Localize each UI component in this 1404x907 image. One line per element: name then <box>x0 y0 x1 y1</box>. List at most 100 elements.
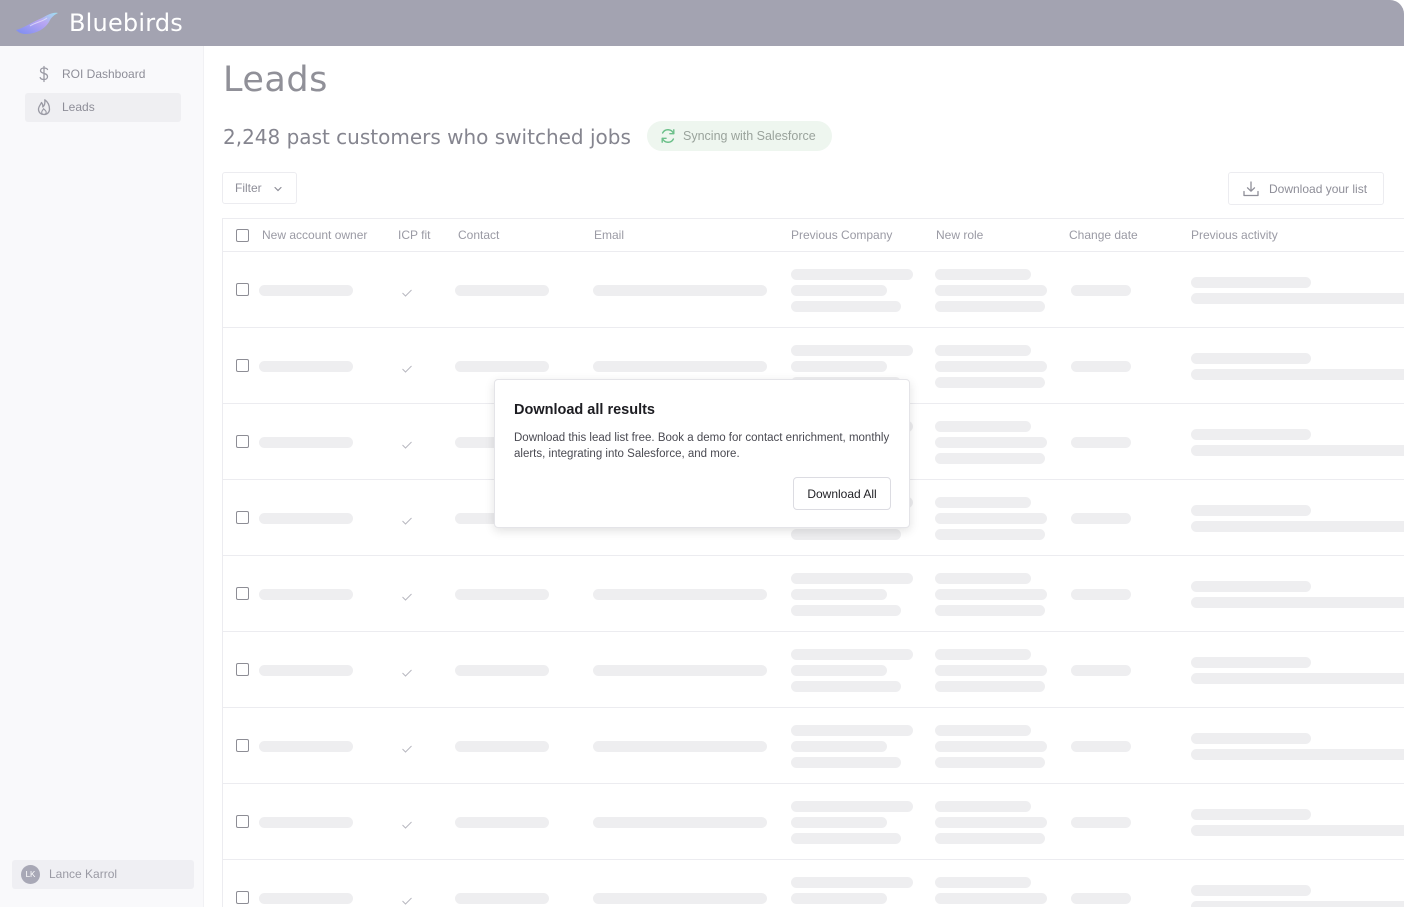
leads-table: New account owner ICP fit Contact Email … <box>222 218 1404 907</box>
row-checkbox[interactable] <box>236 435 249 448</box>
new-role-placeholder <box>935 513 1047 524</box>
previous-company-placeholder <box>791 589 887 600</box>
owner-placeholder <box>259 513 353 524</box>
modal-title: Download all results <box>514 402 655 418</box>
owner-placeholder <box>259 589 353 600</box>
previous-company-placeholder <box>791 801 913 812</box>
owner-placeholder <box>259 361 353 372</box>
previous-activity-placeholder <box>1191 749 1404 760</box>
new-role-placeholder <box>935 605 1045 616</box>
check-icon <box>401 817 413 835</box>
check-icon <box>401 437 413 455</box>
row-checkbox[interactable] <box>236 359 249 372</box>
previous-company-placeholder <box>791 817 887 828</box>
new-role-placeholder <box>935 285 1047 296</box>
change-date-placeholder <box>1071 817 1131 828</box>
new-role-placeholder <box>935 801 1031 812</box>
previous-activity-placeholder <box>1191 353 1311 364</box>
column-header[interactable]: Previous activity <box>1191 228 1278 242</box>
new-role-placeholder <box>935 893 1047 904</box>
change-date-placeholder <box>1071 285 1131 296</box>
row-checkbox[interactable] <box>236 739 249 752</box>
user-name: Lance Karrol <box>49 867 118 881</box>
new-role-placeholder <box>935 649 1031 660</box>
previous-company-placeholder <box>791 649 913 660</box>
brand-name: Bluebirds <box>69 9 183 37</box>
table-row[interactable] <box>223 708 1404 784</box>
row-checkbox[interactable] <box>236 511 249 524</box>
download-list-button[interactable]: Download your list <box>1228 172 1384 205</box>
download-all-button[interactable]: Download All <box>793 477 891 510</box>
new-role-placeholder <box>935 453 1045 464</box>
new-role-placeholder <box>935 269 1031 280</box>
previous-company-placeholder <box>791 361 887 372</box>
new-role-placeholder <box>935 877 1031 888</box>
change-date-placeholder <box>1071 893 1131 904</box>
contact-placeholder <box>455 817 549 828</box>
column-header[interactable]: Change date <box>1069 228 1138 242</box>
new-role-placeholder <box>935 421 1031 432</box>
previous-company-placeholder <box>791 665 887 676</box>
user-menu[interactable]: LK Lance Karrol <box>12 860 194 889</box>
sidebar: ROI Dashboard Leads LK Lance Karrol <box>0 46 204 907</box>
sync-status-badge: Syncing with Salesforce <box>647 121 832 151</box>
previous-company-placeholder <box>791 301 901 312</box>
change-date-placeholder <box>1071 741 1131 752</box>
filter-button[interactable]: Filter <box>222 172 297 204</box>
previous-company-placeholder <box>791 893 887 904</box>
table-row[interactable] <box>223 632 1404 708</box>
new-role-placeholder <box>935 741 1047 752</box>
modal-body: Download this lead list free. Book a dem… <box>514 432 890 460</box>
previous-company-placeholder <box>791 573 913 584</box>
new-role-placeholder <box>935 817 1047 828</box>
row-checkbox[interactable] <box>236 891 249 904</box>
avatar: LK <box>21 865 40 884</box>
owner-placeholder <box>259 665 353 676</box>
previous-company-placeholder <box>791 605 901 616</box>
check-icon <box>401 893 413 907</box>
contact-placeholder <box>455 893 549 904</box>
previous-company-placeholder <box>791 833 901 844</box>
row-checkbox[interactable] <box>236 587 249 600</box>
check-icon <box>401 589 413 607</box>
column-header[interactable]: Contact <box>458 228 499 242</box>
top-bar: Bluebirds <box>0 0 1404 46</box>
previous-company-placeholder <box>791 345 913 356</box>
contact-placeholder <box>455 361 549 372</box>
column-header[interactable]: ICP fit <box>398 228 430 242</box>
table-row[interactable] <box>223 252 1404 328</box>
select-all-checkbox[interactable] <box>236 229 249 242</box>
owner-placeholder <box>259 817 353 828</box>
sidebar-item-roi-dashboard[interactable]: ROI Dashboard <box>25 60 181 89</box>
sidebar-item-label: ROI Dashboard <box>62 67 146 81</box>
new-role-placeholder <box>935 573 1031 584</box>
download-all-modal: Download all results Download this lead … <box>494 379 910 528</box>
row-checkbox[interactable] <box>236 283 249 296</box>
sidebar-item-leads[interactable]: Leads <box>25 93 181 122</box>
new-role-placeholder <box>935 833 1045 844</box>
table-row[interactable] <box>223 860 1404 907</box>
previous-activity-placeholder <box>1191 369 1404 380</box>
check-icon <box>401 361 413 379</box>
previous-activity-placeholder <box>1191 505 1311 516</box>
table-row[interactable] <box>223 556 1404 632</box>
previous-activity-placeholder <box>1191 277 1311 288</box>
row-checkbox[interactable] <box>236 815 249 828</box>
contact-placeholder <box>455 589 549 600</box>
previous-activity-placeholder <box>1191 673 1404 684</box>
check-icon <box>401 665 413 683</box>
column-header[interactable]: New account owner <box>262 228 367 242</box>
owner-placeholder <box>259 741 353 752</box>
email-placeholder <box>593 361 767 372</box>
new-role-placeholder <box>935 437 1047 448</box>
table-row[interactable] <box>223 784 1404 860</box>
email-placeholder <box>593 665 767 676</box>
sync-status-label: Syncing with Salesforce <box>683 129 816 143</box>
column-header[interactable]: New role <box>936 228 983 242</box>
chevron-down-icon <box>274 186 282 192</box>
column-header[interactable]: Email <box>594 228 624 242</box>
row-checkbox[interactable] <box>236 663 249 676</box>
email-placeholder <box>593 285 767 296</box>
column-header[interactable]: Previous Company <box>791 228 892 242</box>
new-role-placeholder <box>935 757 1045 768</box>
